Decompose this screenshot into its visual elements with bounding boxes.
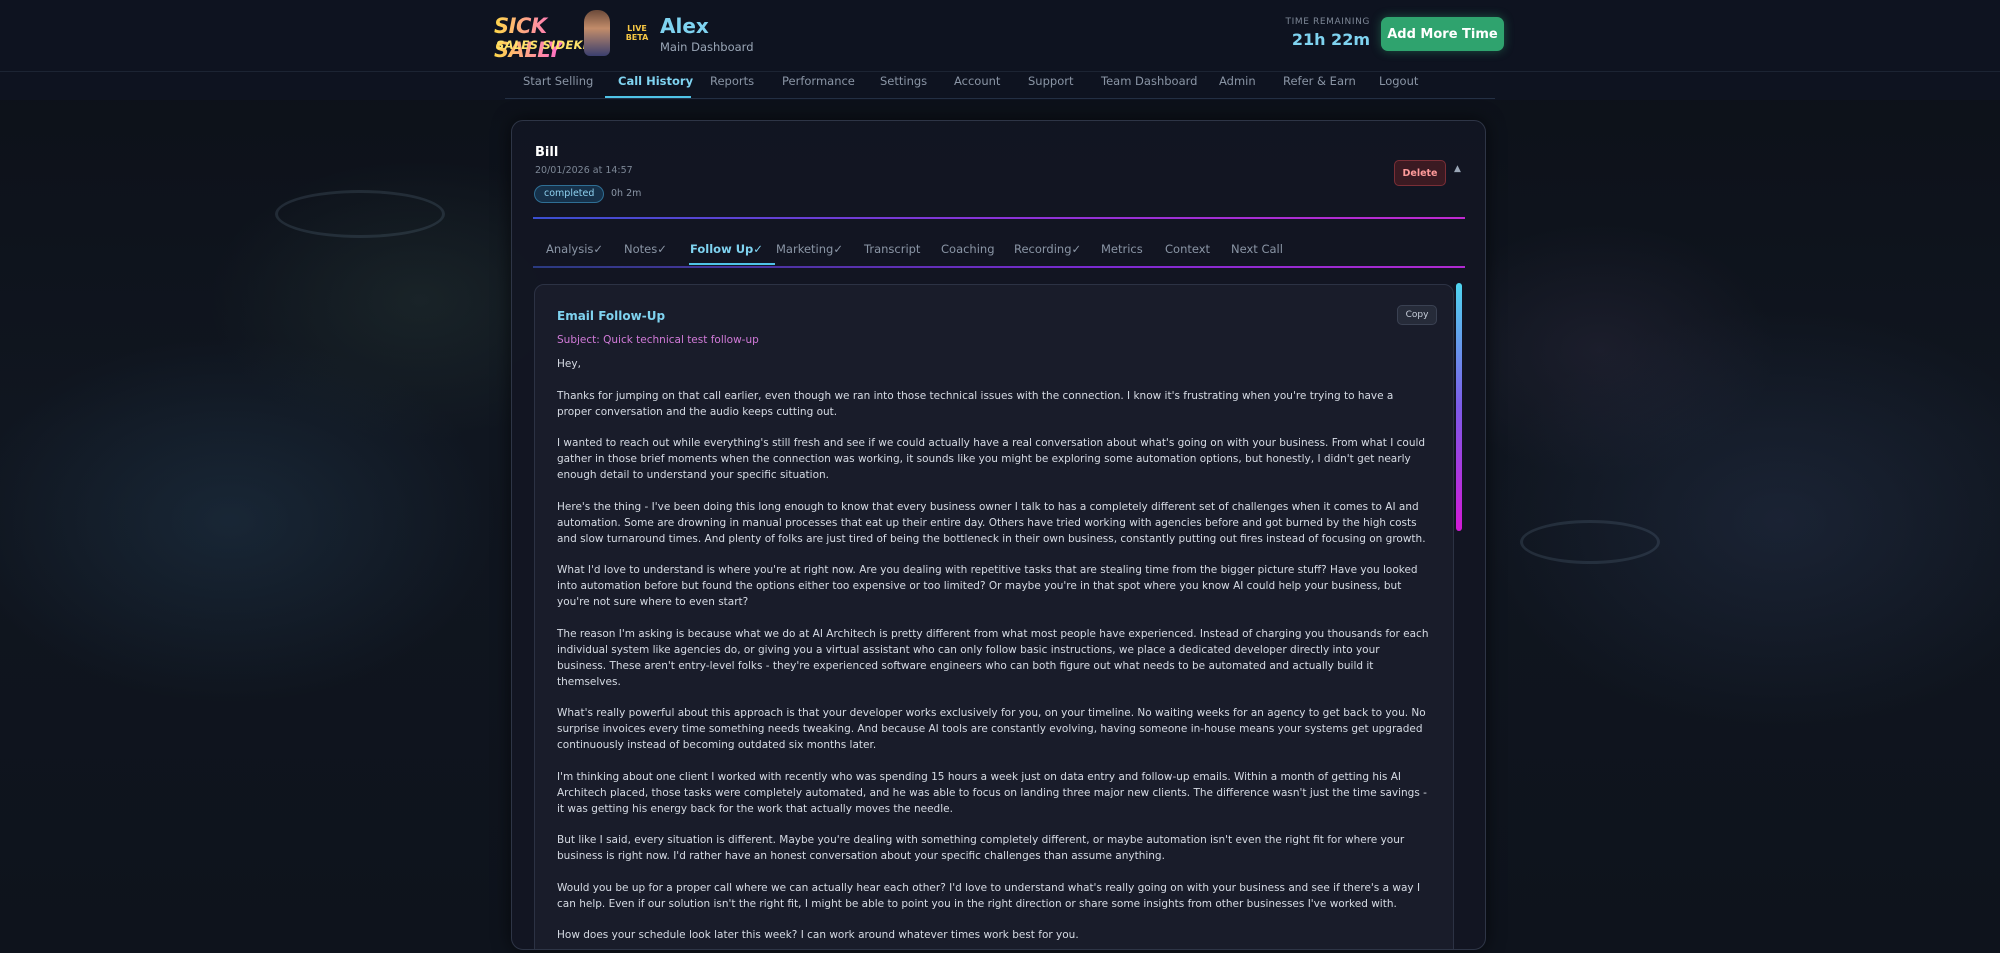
email-follow-up-panel: Email Follow-Up Copy Subject: Quick tech… — [534, 284, 1454, 949]
nav-reports[interactable]: Reports — [710, 74, 754, 88]
nav-logout[interactable]: Logout — [1379, 74, 1418, 88]
delete-button[interactable]: Delete — [1394, 160, 1446, 186]
email-paragraph: Here's the thing - I've been doing this … — [557, 500, 1426, 545]
call-card: Bill 20/01/2026 at 14:57 completed 0h 2m… — [511, 120, 1486, 950]
tab-transcript[interactable]: Transcript — [864, 242, 920, 256]
tab-context[interactable]: Context — [1165, 242, 1210, 256]
nav-refer-earn[interactable]: Refer & Earn — [1283, 74, 1356, 88]
email-subject: Subject: Quick technical test follow-up — [557, 334, 759, 346]
email-paragraph: How does your schedule look later this w… — [557, 929, 1079, 941]
add-more-time-button[interactable]: Add More Time — [1381, 17, 1504, 51]
nav-start-selling[interactable]: Start Selling — [523, 74, 593, 88]
call-duration: 0h 2m — [611, 188, 642, 199]
email-paragraph: Would you be up for a proper call where … — [557, 881, 1421, 910]
nav-account[interactable]: Account — [954, 74, 1000, 88]
email-paragraph: The reason I'm asking is because what we… — [557, 627, 1429, 688]
tab-metrics[interactable]: Metrics — [1101, 242, 1143, 256]
status-badge: completed — [534, 185, 605, 203]
nav-call-history[interactable]: Call History — [618, 74, 693, 88]
nav-settings[interactable]: Settings — [880, 74, 927, 88]
live-label: LIVE — [627, 24, 647, 33]
email-paragraph: Hey, — [557, 358, 581, 370]
top-bar — [0, 0, 2000, 72]
header-divider — [533, 217, 1465, 219]
beta-label: BETA — [625, 33, 649, 42]
email-paragraph: I'm thinking about one client I worked w… — [557, 770, 1427, 815]
tabs-divider — [533, 266, 1465, 268]
nav-divider — [505, 98, 1495, 99]
email-paragraph: What's really powerful about this approa… — [557, 707, 1426, 751]
tab-recording[interactable]: Recording✓ — [1014, 242, 1081, 256]
live-beta-badge: LIVE BETA — [624, 24, 650, 42]
background-halo-right — [1520, 520, 1660, 564]
email-paragraph: But like I said, every situation is diff… — [557, 834, 1405, 862]
time-remaining-value: 21h 22m — [1291, 30, 1370, 49]
tab-follow-up[interactable]: Follow Up✓ — [690, 242, 763, 256]
nav-admin[interactable]: Admin — [1219, 74, 1256, 88]
email-paragraph: Thanks for jumping on that call earlier,… — [557, 389, 1394, 418]
tab-coaching[interactable]: Coaching — [941, 242, 995, 256]
email-scrollbar[interactable] — [1456, 283, 1462, 531]
nav-team-dashboard[interactable]: Team Dashboard — [1101, 74, 1197, 88]
email-paragraph: I wanted to reach out while everything's… — [557, 437, 1426, 481]
tab-notes[interactable]: Notes✓ — [624, 242, 667, 256]
email-paragraph: What I'd love to understand is where you… — [557, 564, 1418, 608]
dashboard-subtitle: Main Dashboard — [660, 40, 754, 54]
email-body: Hey, Thanks for jumping on that call ear… — [557, 356, 1431, 949]
call-datetime: 20/01/2026 at 14:57 — [535, 165, 633, 176]
contact-name: Bill — [535, 145, 559, 160]
nav-active-indicator — [605, 96, 691, 98]
tab-analysis[interactable]: Analysis✓ — [546, 242, 603, 256]
time-remaining-label: TIME REMAINING — [1285, 17, 1370, 27]
tab-next-call[interactable]: Next Call — [1231, 242, 1283, 256]
nav-performance[interactable]: Performance — [782, 74, 855, 88]
user-name: Alex — [660, 14, 709, 38]
copy-button[interactable]: Copy — [1397, 305, 1437, 325]
tab-marketing[interactable]: Marketing✓ — [776, 242, 843, 256]
email-title: Email Follow-Up — [557, 309, 666, 323]
collapse-icon[interactable]: ▲ — [1454, 164, 1461, 174]
tab-active-indicator — [689, 263, 775, 265]
nav-support[interactable]: Support — [1028, 74, 1073, 88]
background-halo-left — [275, 190, 445, 238]
mascot-image — [584, 10, 610, 56]
